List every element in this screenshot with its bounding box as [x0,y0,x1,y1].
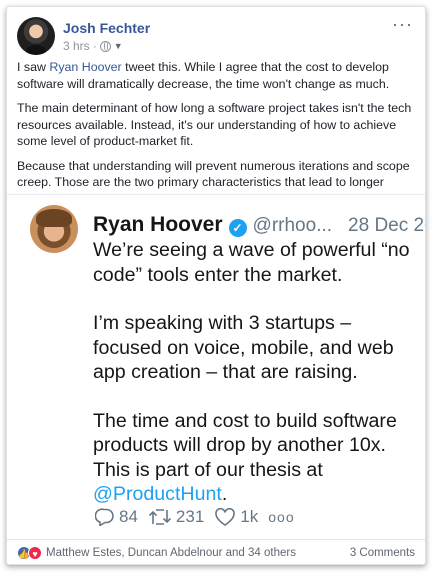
embedded-tweet[interactable]: Ryan Hoover ✓ @rrhoo... 28 Dec 2018 We’r… [7,194,425,539]
post-timestamp[interactable]: 3 hrs [63,39,90,53]
post-body: I saw Ryan Hoover tweet this. While I ag… [17,59,413,215]
tweet-paragraph: The time and cost to build software prod… [93,409,423,507]
tweet-paragraph: We’re seeing a wave of powerful “no code… [93,239,410,286]
globe-icon[interactable] [99,40,111,52]
heart-icon [215,508,236,526]
post-header: Josh Fechter 3 hrs · ▼ ··· [17,15,415,55]
tweet-date[interactable]: 28 Dec 2018 [348,215,425,237]
post-meta: 3 hrs · ▼ [63,39,123,53]
tweet-handle[interactable]: @rrhoo... [253,215,332,237]
reply-action[interactable]: 84 [95,507,138,527]
tweet-paragraph-text: . [221,483,228,505]
retweet-count: 231 [175,507,205,526]
reply-count: 84 [119,507,138,526]
more-tweet-action[interactable]: ooo [268,509,294,525]
retweet-icon [148,509,171,525]
reactors-list[interactable]: Matthew Estes, Duncan Abdelnour and 34 o… [46,547,296,559]
caret-down-icon[interactable]: ▼ [114,41,123,51]
paragraph-text: I saw [17,60,50,74]
product-hunt-link[interactable]: @ProductHunt [93,483,222,505]
more-dots-icon: ooo [268,509,295,525]
like-count: 1k [240,507,259,526]
reactions-footer: 👍 ♥ Matthew Estes, Duncan Abdelnour and … [7,539,425,564]
reactions-summary[interactable]: 👍 ♥ Matthew Estes, Duncan Abdelnour and … [17,546,296,560]
tweet-text: We’re seeing a wave of powerful “no code… [93,238,423,531]
tweet-actions: 84 231 1k ooo [95,507,305,527]
comments-count[interactable]: 3 Comments [350,547,415,559]
facebook-post-card: Josh Fechter 3 hrs · ▼ ··· I saw Ryan Ho… [6,6,426,565]
tweet-header: Ryan Hoover ✓ @rrhoo... 28 Dec 2018 [93,213,425,237]
author-name[interactable]: Josh Fechter [63,20,150,36]
reply-icon [95,508,114,526]
post-paragraph: The main determinant of how long a softw… [17,101,412,148]
tweet-author-avatar[interactable] [30,205,78,253]
tweet-paragraph: I’m speaking with 3 startups – focused o… [93,312,394,383]
author-avatar[interactable] [17,17,55,55]
love-reaction-icon: ♥ [28,546,42,560]
more-options-icon[interactable]: ··· [392,15,413,33]
like-action[interactable]: 1k [214,507,258,527]
tweet-paragraph-text: The time and cost to build software prod… [93,409,397,481]
post-paragraph: I saw Ryan Hoover tweet this. While I ag… [17,59,413,92]
retweet-action[interactable]: 231 [148,507,204,527]
mention-link[interactable]: Ryan Hoover [49,60,121,74]
tweet-author-name[interactable]: Ryan Hoover [93,213,223,237]
verified-badge-icon: ✓ [228,219,247,237]
meta-separator: · [92,39,97,53]
